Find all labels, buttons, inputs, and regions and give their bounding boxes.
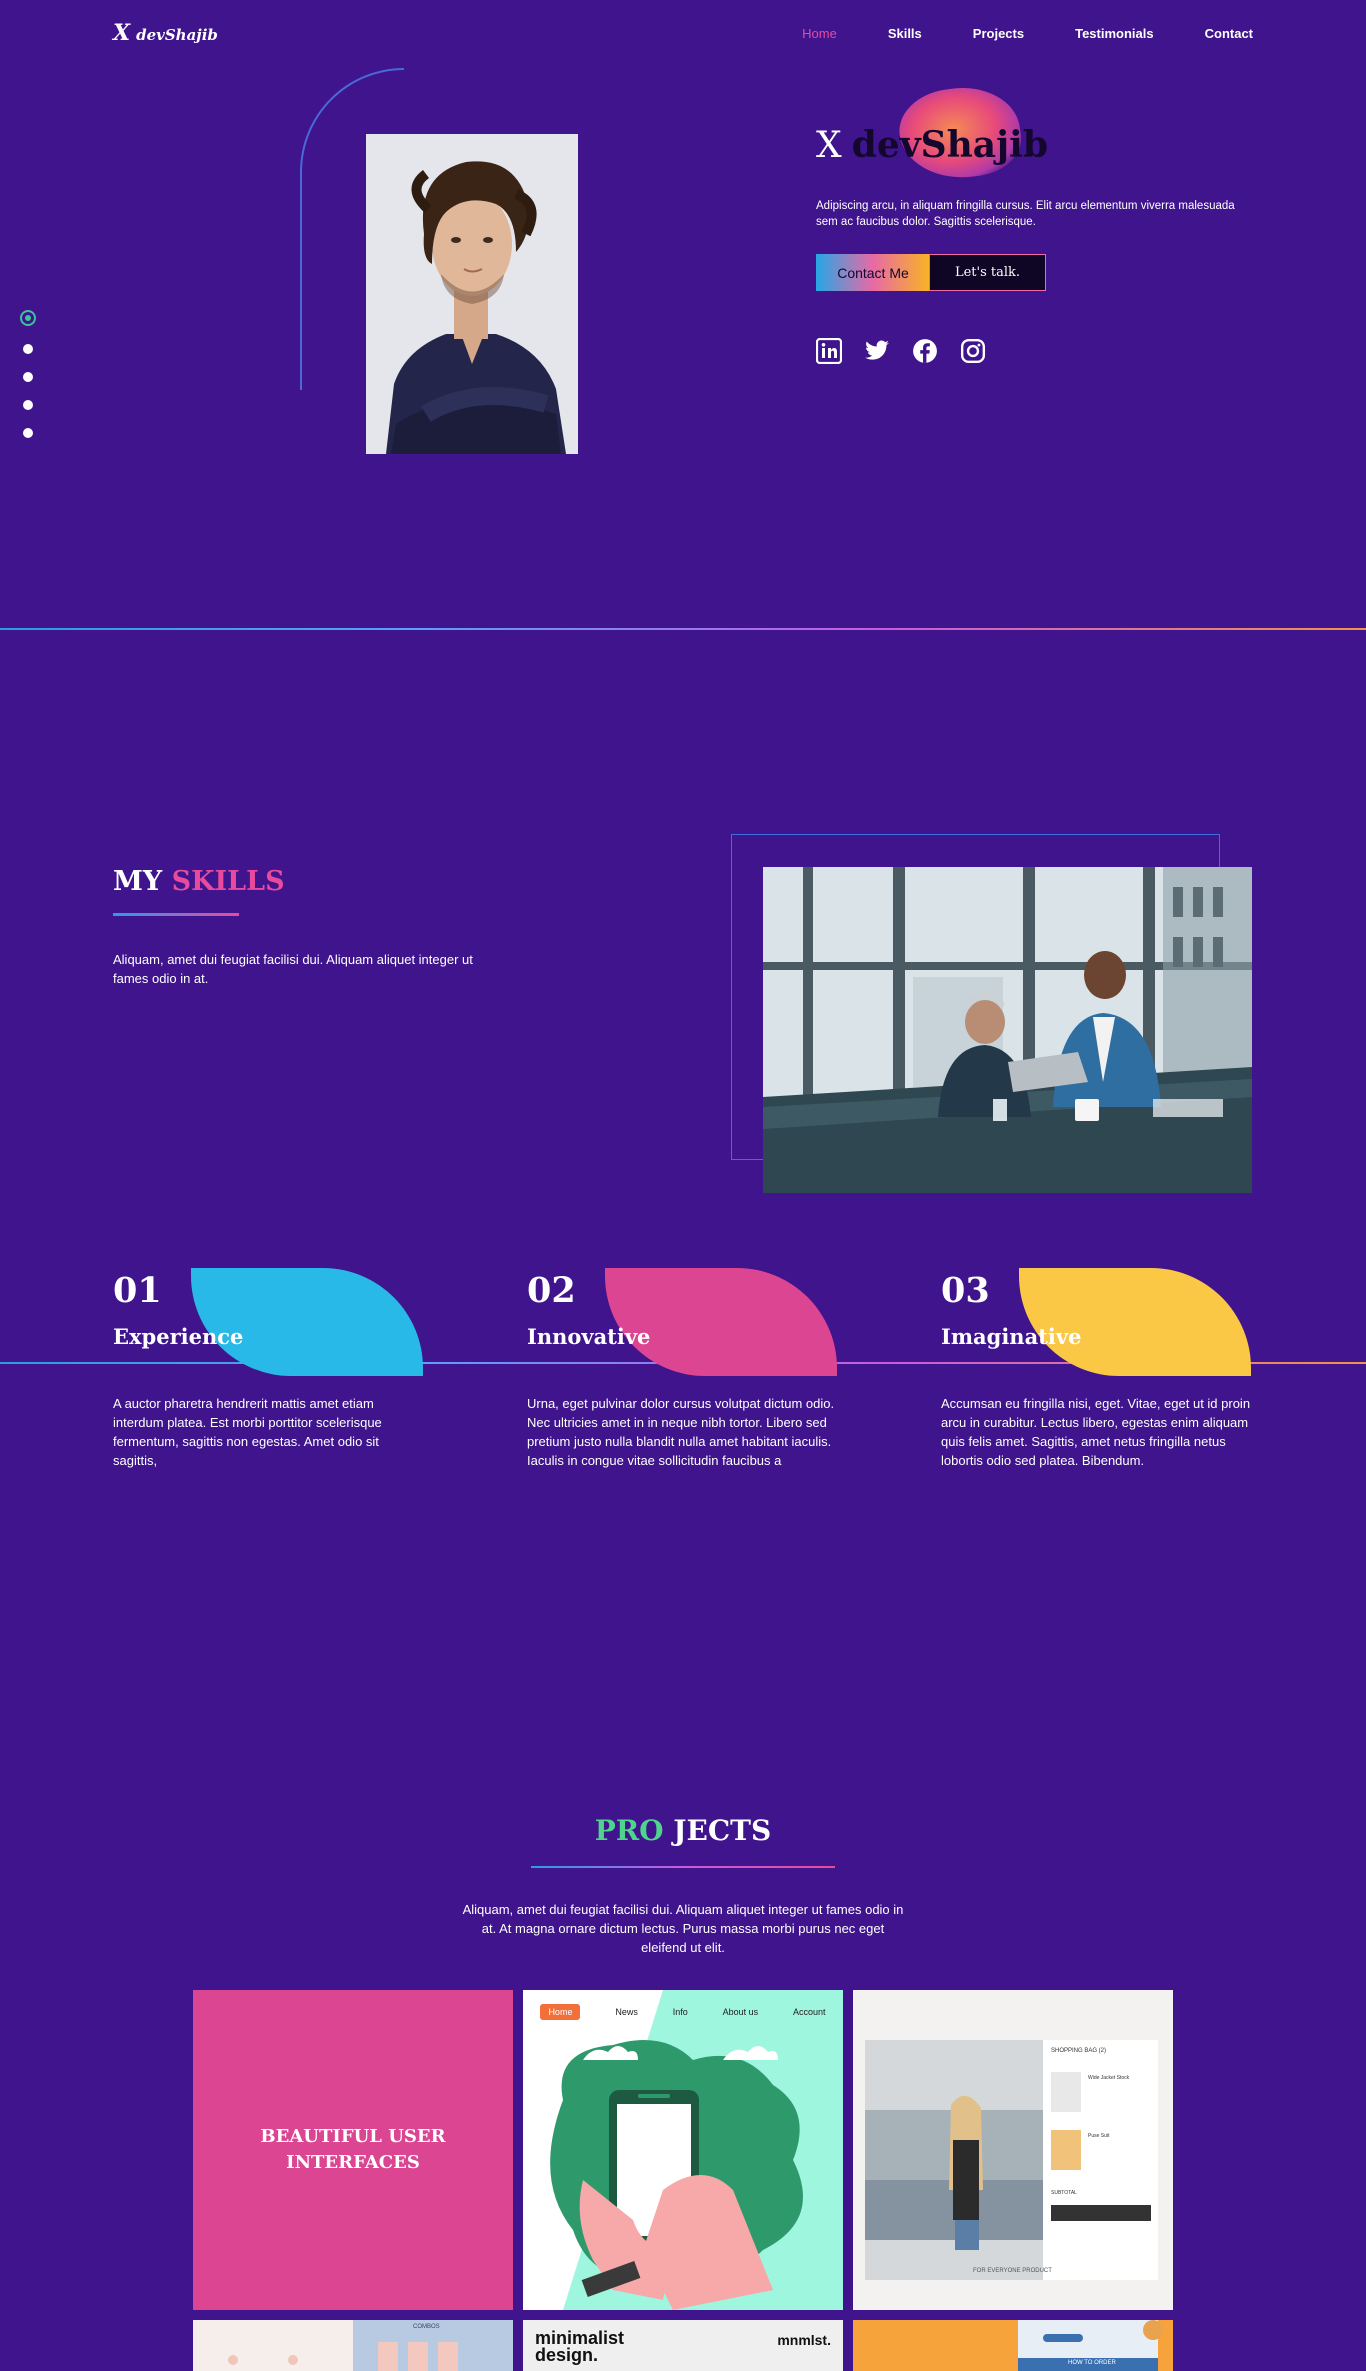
skill-card-number: 02 [527, 1270, 576, 1311]
project-tile-label: BEAUTIFUL USER INTERFACES [260, 2126, 446, 2173]
page-dot-4[interactable] [23, 400, 33, 410]
skill-card-leaf-1 [191, 1268, 423, 1376]
mock-nav-info: Info [672, 2007, 688, 2017]
twitter-icon[interactable] [864, 338, 890, 364]
section-divider-1 [0, 628, 1366, 630]
page-dot-3[interactable] [23, 372, 33, 382]
linkedin-icon[interactable] [815, 337, 843, 365]
mock-minimalist-brand: mnmlst. [777, 2332, 831, 2348]
mock-minimalist-text: minimalist design. [535, 2328, 625, 2365]
projects-underline [531, 1866, 835, 1868]
lets-talk-button[interactable]: Let's talk. [929, 254, 1046, 291]
skill-card-text: Accumsan eu fringilla nisi, eget. Vitae,… [941, 1396, 1251, 1468]
nav-skills[interactable]: Skills [888, 26, 922, 41]
mock-cart-title: SHOPPING BAG (2) [1051, 2048, 1107, 2054]
mock-shop-footer: FOR EVERYONE PRODUCT [973, 2268, 1052, 2274]
mock-cart-item-2: Puse Suit [1088, 2133, 1110, 2139]
project-tile-shop[interactable]: SHOPPING BAG (2) Wide Jacket Stock Puse … [853, 1990, 1173, 2310]
projects-title-green: PRO [594, 1814, 664, 1847]
hero-description: Adipiscing arcu, in aliquam fringilla cu… [816, 200, 1235, 228]
hero-title: X devShajib [816, 124, 1048, 166]
skill-card-leaf-2 [605, 1268, 837, 1376]
main-nav: Home Skills Projects Testimonials Contac… [802, 26, 1253, 41]
skill-card-leaf-3 [1019, 1268, 1251, 1376]
mock-nav-news: News [615, 2007, 638, 2017]
hero-title-x: X [816, 125, 842, 166]
page-dot-2[interactable] [23, 344, 33, 354]
contact-me-button[interactable]: Contact Me [816, 254, 930, 291]
page-dot-5[interactable] [23, 428, 33, 438]
mock-cart-subtotal: SUBTOTAL [1051, 2190, 1077, 2196]
skill-card-title: Experience [113, 1324, 244, 1349]
skills-underline [113, 913, 239, 916]
page-dots [20, 310, 36, 438]
skill-card-number: 01 [113, 1270, 162, 1311]
skills-title-white: MY [113, 866, 163, 897]
skills-title: MY SKILLS [113, 866, 285, 897]
nav-home[interactable]: Home [802, 26, 837, 41]
logo-name: devShajib [136, 26, 218, 44]
projects-description: Aliquam, amet dui feugiat facilisi dui. … [462, 1902, 904, 1955]
project-tile-ui[interactable]: BEAUTIFUL USER INTERFACES [193, 1990, 513, 2310]
instagram-icon[interactable] [960, 338, 986, 364]
site-logo[interactable]: X devShajib [113, 20, 218, 46]
skill-card-text: Urna, eget pulvinar dolor cursus volutpa… [527, 1396, 835, 1468]
skill-card-title: Imaginative [941, 1324, 1082, 1349]
facebook-icon[interactable] [912, 338, 938, 364]
hero-title-name: devShajib [851, 124, 1049, 166]
nav-testimonials[interactable]: Testimonials [1075, 26, 1154, 41]
skills-title-pink: SKILLS [171, 866, 285, 897]
project-tile-order[interactable]: HOW TO ORDER [853, 2320, 1173, 2371]
project-tile-minimalist[interactable]: minimalist design. mnmlst. [523, 2320, 843, 2371]
mock-nav-account: Account [793, 2007, 826, 2017]
mock-combos-heading: COMBOS [413, 2324, 440, 2330]
mock-order-label: HOW TO ORDER [1068, 2360, 1116, 2366]
skills-description: Aliquam, amet dui feugiat facilisi dui. … [113, 952, 473, 986]
hero-arc-mask [302, 66, 406, 70]
projects-title-white: JECTS [673, 1814, 772, 1847]
skill-card-number: 03 [941, 1270, 990, 1311]
nav-projects[interactable]: Projects [973, 26, 1024, 41]
skills-meeting-image [763, 867, 1252, 1193]
mock-cart-item-1: Wide Jacket Stock [1088, 2075, 1130, 2081]
project-tile-mobile[interactable]: Home News Info About us Account [523, 1990, 843, 2310]
hero-portrait [366, 134, 578, 454]
mock-nav-about: About us [722, 2007, 759, 2017]
social-links [815, 337, 986, 365]
page-dot-1[interactable] [20, 310, 36, 326]
projects-title: PRO JECTS [0, 1814, 1366, 1847]
mock-nav: Home News Info About us Account [523, 2004, 843, 2020]
project-tile-combos[interactable]: COMBOS [193, 2320, 513, 2371]
skill-card-text: A auctor pharetra hendrerit mattis amet … [113, 1396, 382, 1468]
mock-nav-home: Home [540, 2004, 581, 2020]
skill-card-title: Innovative [527, 1324, 651, 1349]
nav-contact[interactable]: Contact [1205, 26, 1253, 41]
logo-x: X [113, 20, 131, 46]
